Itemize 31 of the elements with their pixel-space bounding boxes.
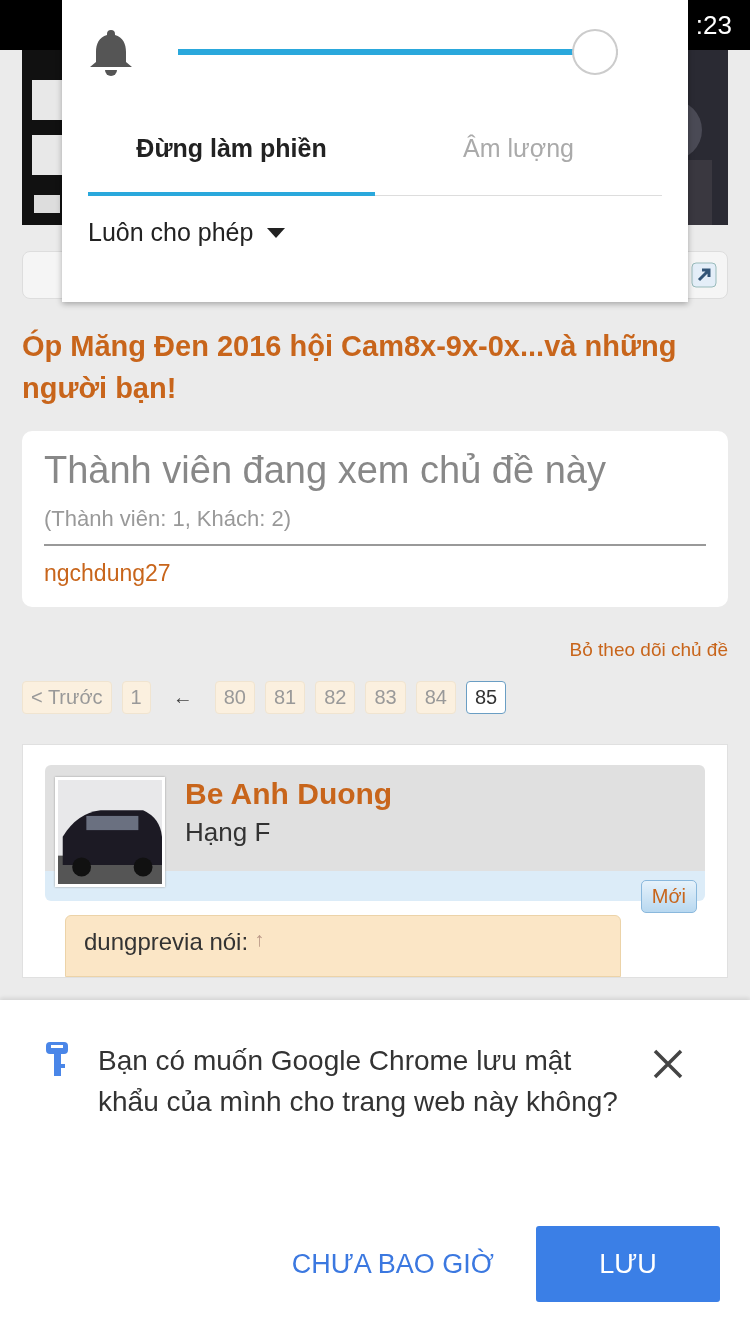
expand-icon[interactable] [691,262,717,288]
bell-icon [88,28,134,76]
unwatch-link[interactable]: Bỏ theo dõi chủ đề [569,639,728,661]
author-name[interactable]: Be Anh Duong [185,777,393,811]
key-icon [44,1040,70,1078]
viewers-heading: Thành viên đang xem chủ đề này [44,449,607,492]
viewers-count: (Thành viên: 1, Khách: 2) [44,506,706,546]
clock: :23 [695,9,732,41]
author-rank: Hạng F [185,817,272,848]
save-button[interactable]: LƯU [536,1226,720,1302]
never-button[interactable]: CHƯA BAO GIỜ [285,1226,500,1302]
page-button[interactable]: 83 [365,681,406,714]
page-button[interactable]: 84 [415,681,456,714]
new-badge: Mới [640,880,697,913]
panel-tab[interactable]: Âm lượng [375,104,662,196]
page-button[interactable]: 80 [214,681,255,714]
thread-title: Óp Măng Đen 2016 hội Cam8x-9x-0x...và những người bạn! [22,328,678,406]
page-gap: ← [171,686,194,709]
page-button[interactable]: 1 [121,681,151,714]
caret-icon [267,227,286,238]
page-button[interactable]: 85 [465,681,507,714]
quote-author: dungprevia nói: [84,928,249,956]
panel-tab[interactable]: Đừng làm phiền [88,104,375,196]
volume-slider[interactable] [178,29,618,75]
page-button[interactable]: 81 [264,681,306,714]
page-button[interactable]: < Trước [22,681,112,714]
quote-link[interactable]: ↑ [254,928,265,956]
save-password-message: Bạn có muốn Google Chrome lưu mật khẩu của mình cho trang web này không? [98,1044,618,1119]
page-button[interactable]: 82 [315,681,356,714]
mode-dropdown[interactable]: Luôn cho phép [88,218,286,247]
member-link[interactable]: ngchdung27 [44,560,706,587]
